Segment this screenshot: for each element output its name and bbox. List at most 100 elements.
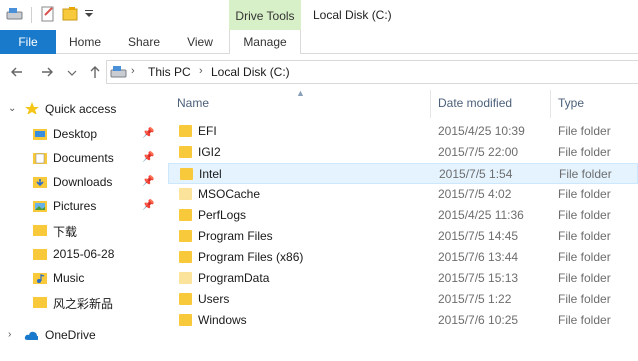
nav-item-music[interactable]: Music [0,267,158,291]
downloads-folder-icon [33,177,47,188]
address-input[interactable]: › This PC › Local Disk (C:) [106,60,638,84]
file-date-modified: 2015/7/6 10:25 [438,313,519,327]
table-row[interactable]: Intel 2015/7/5 1:54 File folder [168,163,638,184]
file-name: ProgramData [198,271,270,285]
tab-manage[interactable]: Manage [229,30,301,55]
folder-icon [179,188,192,200]
drive-icon [110,66,127,78]
recent-locations-button[interactable] [66,63,78,81]
column-divider[interactable] [430,90,431,118]
breadcrumb-chevron-icon[interactable]: › [199,65,203,77]
chevron-down-icon [67,70,77,76]
nav-item-pictures[interactable]: Pictures 📌 [0,195,158,219]
breadcrumb-chevron-icon[interactable]: › [131,65,135,77]
customize-toolbar-icon[interactable] [84,10,94,18]
table-row[interactable]: Program Files 2015/7/5 14:45 File folder [168,226,638,247]
up-button[interactable] [86,63,104,81]
folder-icon [33,297,47,308]
new-folder-icon[interactable] [62,6,78,22]
file-type: File folder [559,167,612,181]
onedrive-cloud-icon [24,331,38,340]
nav-item-label: 风之彩新品 [53,297,114,311]
file-date-modified: 2015/7/5 14:45 [438,229,519,243]
folder-icon [179,146,192,158]
nav-item-label: Desktop [53,127,98,141]
file-date-modified: 2015/4/25 10:39 [438,124,525,138]
nav-item-desktop[interactable]: Desktop 📌 [0,123,158,147]
file-date-modified: 2015/7/5 4:02 [438,187,512,201]
breadcrumb-local-disk[interactable]: Local Disk (C:) [211,65,290,79]
documents-folder-icon [33,153,47,164]
column-header-type[interactable]: Type [558,96,584,110]
nav-item-label: Documents [53,151,114,165]
back-button[interactable] [8,63,26,81]
tab-share[interactable]: Share [120,30,168,54]
folder-icon [180,168,193,180]
properties-icon[interactable] [40,6,56,22]
star-icon [25,102,39,114]
table-row[interactable]: PerfLogs 2015/4/25 11:36 File folder [168,205,638,226]
column-header-name[interactable]: Name [177,96,209,110]
table-row[interactable]: IGI2 2015/7/5 22:00 File folder [168,142,638,163]
folder-icon [179,251,192,263]
table-row[interactable]: Program Files (x86) 2015/7/6 13:44 File fo… [168,247,638,268]
folder-icon [33,249,47,260]
column-header-date-modified[interactable]: Date modified [438,96,512,110]
table-row[interactable]: Windows 2015/7/6 10:25 File folder [168,310,638,331]
table-row[interactable]: MSOCache 2015/7/5 4:02 File folder [168,184,638,205]
pictures-folder-icon [33,201,47,212]
nav-item-label: Pictures [53,199,97,213]
sort-ascending-icon: ▲ [296,88,305,98]
quick-access-separator [31,7,32,23]
file-type: File folder [558,229,611,243]
nav-item-xiazai[interactable]: 下载 [0,219,158,243]
nav-quick-access[interactable]: ⌄ Quick access [0,98,158,122]
nav-item-downloads[interactable]: Downloads 📌 [0,171,158,195]
table-row[interactable]: Users 2015/7/5 1:22 File folder [168,289,638,310]
tab-home[interactable]: Home [62,30,108,54]
nav-onedrive[interactable]: › OneDrive [0,324,158,348]
chevron-right-icon[interactable]: › [8,329,11,340]
file-name: Windows [198,313,247,327]
file-type: File folder [558,208,611,222]
file-name: Intel [199,167,222,181]
tab-file[interactable]: File [0,30,56,54]
file-name: Users [198,292,230,306]
file-type: File folder [558,271,611,285]
nav-item-documents[interactable]: Documents 📌 [0,147,158,171]
forward-button[interactable] [38,63,56,81]
drive-icon[interactable] [6,6,24,22]
table-row[interactable]: ProgramData 2015/7/5 15:13 File folder [168,268,638,289]
arrow-left-icon [11,67,22,77]
column-header-row: ▲ Name Date modified Type [158,88,638,118]
pin-icon: 📌 [142,200,155,211]
file-name: MSOCache [198,187,261,201]
folder-icon [179,314,192,326]
address-bar: › This PC › Local Disk (C:) [0,54,638,90]
column-divider[interactable] [550,90,551,118]
drive-tools-label: Drive Tools [235,9,295,23]
desktop-folder-icon [33,129,47,140]
ribbon-tabs: File Home Share View Manage [0,30,638,55]
nav-item-fengzhicai[interactable]: 风之彩新品 [0,291,158,315]
folder-icon [179,293,192,305]
file-name: Program Files (x86) [198,250,304,264]
pin-icon: 📌 [142,176,155,187]
table-row[interactable]: EFI 2015/4/25 10:39 File folder [168,121,638,142]
nav-item-label: Music [53,271,85,285]
file-type: File folder [558,145,611,159]
file-type: File folder [558,187,611,201]
title-bar: Drive Tools Local Disk (C:) [0,0,638,30]
tab-view[interactable]: View [178,30,222,54]
navigation-pane: ⌄ Quick access Desktop 📌 Documents 📌 Dow… [0,90,158,361]
file-date-modified: 2015/7/5 15:13 [438,271,519,285]
file-type: File folder [558,292,611,306]
nav-item-2015-06-28[interactable]: 2015-06-28 [0,243,158,267]
breadcrumb-this-pc[interactable]: This PC [148,65,191,79]
drive-tools-tab-group: Drive Tools [229,0,301,30]
nav-onedrive-label: OneDrive [45,328,96,342]
folder-icon [33,225,47,236]
chevron-down-icon[interactable]: ⌄ [8,103,16,114]
file-date-modified: 2015/7/6 13:44 [438,250,519,264]
file-date-modified: 2015/7/5 1:22 [438,292,512,306]
